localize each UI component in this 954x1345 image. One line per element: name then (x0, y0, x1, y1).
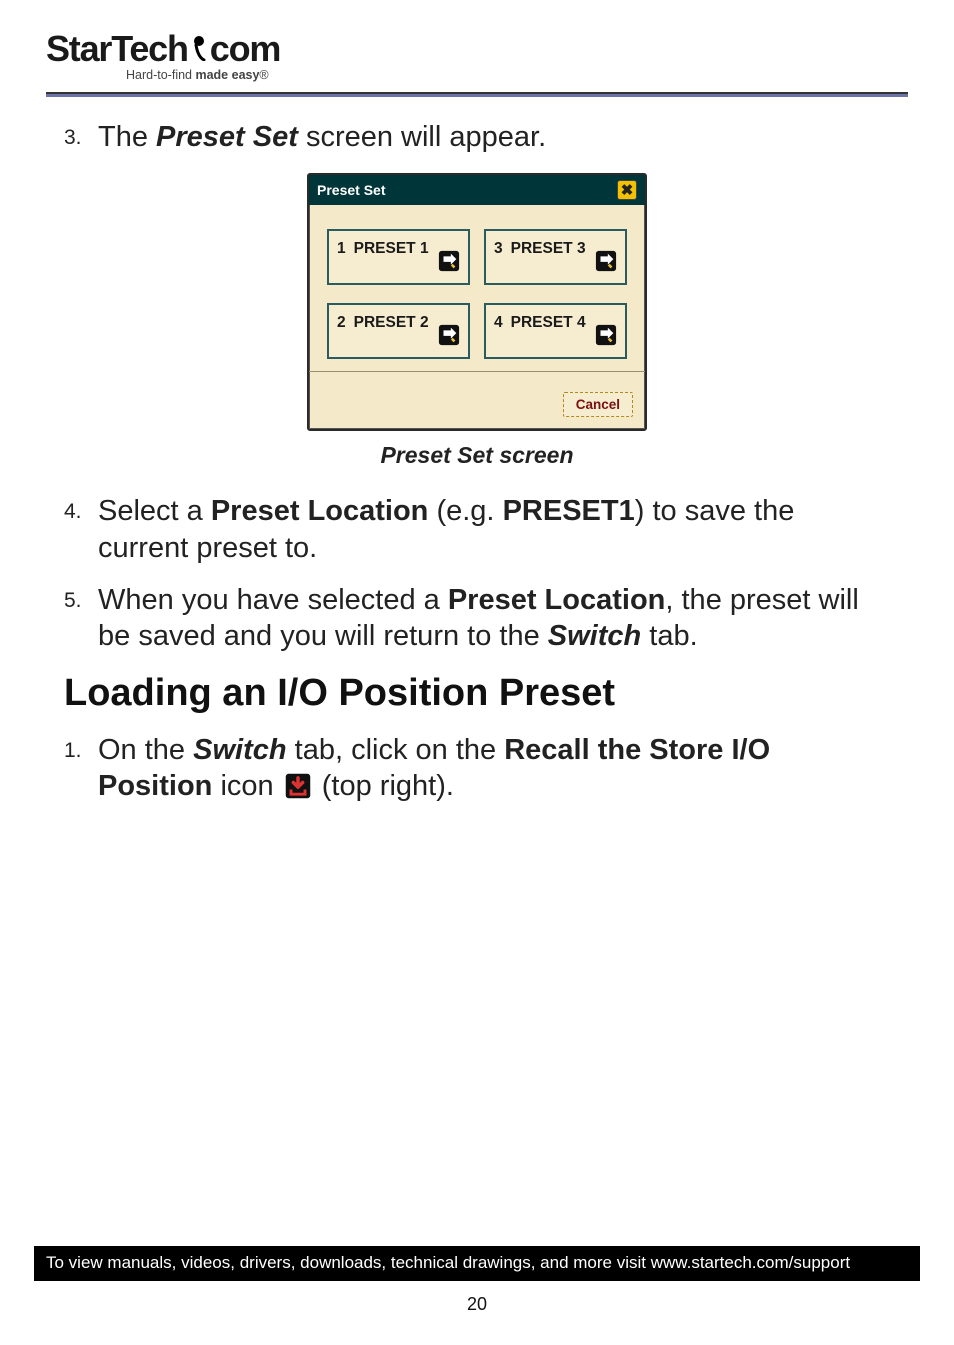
preset-label: PRESET 2 (354, 313, 429, 332)
list-number: 1. (64, 732, 98, 805)
preset-number: 4 (494, 313, 503, 332)
edit-icon (438, 250, 460, 272)
preset-button[interactable]: 2 PRESET 2 (327, 303, 470, 359)
preset-number: 2 (337, 313, 346, 332)
dialog-title: Preset Set (317, 182, 385, 200)
preset-label: PRESET 1 (354, 239, 429, 258)
preset-button[interactable]: 1 PRESET 1 (327, 229, 470, 285)
list-number: 5. (64, 582, 98, 655)
list-item: 1.On the Switch tab, click on the Recall… (64, 732, 890, 805)
header-rule (46, 92, 908, 97)
list-text: Select a Preset Location (e.g. PRESET1) … (98, 493, 890, 566)
brand-left: StarTech (46, 28, 188, 70)
preset-button[interactable]: 4 PRESET 4 (484, 303, 627, 359)
preset-number: 1 (337, 239, 346, 258)
preset-button[interactable]: 3 PRESET 3 (484, 229, 627, 285)
preset-label: PRESET 4 (511, 313, 586, 332)
screenshot-caption: Preset Set screen (64, 441, 890, 470)
brand-tagline: Hard-to-find made easy® (126, 68, 908, 82)
section-heading: Loading an I/O Position Preset (64, 670, 890, 718)
preset-label: PRESET 3 (511, 239, 586, 258)
list-number: 4. (64, 493, 98, 566)
page-number: 20 (0, 1294, 954, 1315)
brand-logo: StarTech com Hard-to-find made easy® (46, 28, 908, 82)
list-text: On the Switch tab, click on the Recall t… (98, 732, 890, 805)
preset-set-screenshot: Preset Set ✖ 1 PRESET 1 3 PRESET 3 2 PRESET 2… (64, 173, 890, 430)
edit-icon (595, 324, 617, 346)
cancel-button[interactable]: Cancel (563, 392, 633, 417)
recall-icon (284, 772, 312, 800)
footer-bar: To view manuals, videos, drivers, downlo… (34, 1246, 920, 1281)
close-icon[interactable]: ✖ (617, 180, 637, 200)
dialog-titlebar: Preset Set ✖ (309, 175, 645, 205)
edit-icon (438, 324, 460, 346)
list-item: 4.Select a Preset Location (e.g. PRESET1… (64, 493, 890, 566)
preset-number: 3 (494, 239, 503, 258)
list-item: 5.When you have selected a Preset Locati… (64, 582, 890, 655)
list-item: 3.The Preset Set screen will appear. (64, 119, 890, 155)
list-text: The Preset Set screen will appear. (98, 119, 890, 155)
brand-dot-icon (188, 28, 210, 70)
brand-right: com (210, 28, 280, 70)
list-text: When you have selected a Preset Location… (98, 582, 890, 655)
edit-icon (595, 250, 617, 272)
list-number: 3. (64, 119, 98, 155)
